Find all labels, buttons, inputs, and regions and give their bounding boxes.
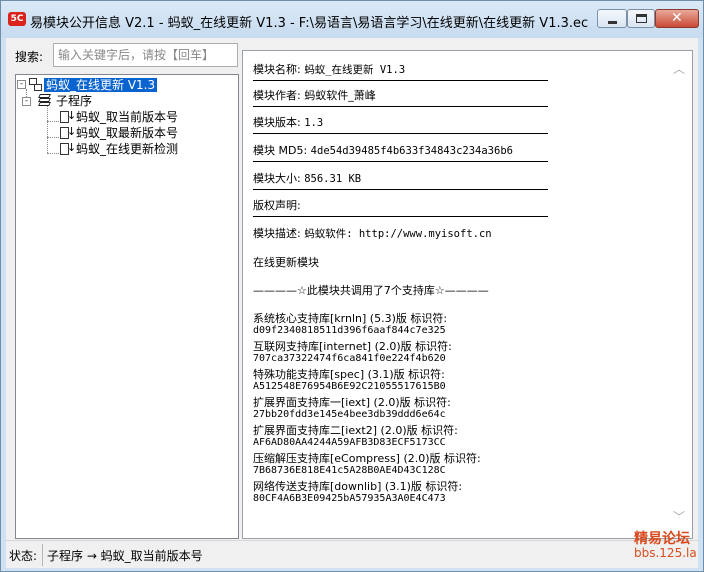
app-window: 5C 易模块公开信息 V2.1 - 蚂蚁_在线更新 V1.3 - F:\易语言\… <box>0 0 704 572</box>
status-bar: 状态: 子程序 → 蚂蚁_取当前版本号 <box>6 540 698 568</box>
info-name-label: 模块名称: <box>253 63 301 76</box>
module-icon <box>28 77 42 91</box>
scroll-up-icon[interactable]: ︿ <box>671 61 687 77</box>
libraries-heading: ————☆此模块共调用了7个支持库☆———— <box>253 284 489 297</box>
info-desc-label: 模块描述: <box>253 227 301 240</box>
divider <box>253 106 548 107</box>
title-bar[interactable]: 5C 易模块公开信息 V2.1 - 蚂蚁_在线更新 V1.3 - F:\易语言\… <box>1 1 703 38</box>
info-author: 模块作者: 蚂蚁软件_萧峰 <box>253 87 376 103</box>
info-desc-value: 蚂蚁软件: http://www.myisoft.cn <box>304 228 492 240</box>
tree-node-subroutines-label: 子程序 <box>56 94 93 108</box>
status-text: 子程序 → 蚂蚁_取当前版本号 <box>47 549 203 563</box>
maximize-button[interactable] <box>627 9 655 28</box>
function-icon <box>59 140 76 156</box>
tree-connector <box>47 121 59 122</box>
client-area: 搜索: - 蚂蚁_在线更新 V1.3 - 子程序 蚂蚁_取当前版本号 <box>6 38 698 568</box>
library-id: d09f2340818511d396f6aaf844c7e325 <box>253 325 446 336</box>
close-button[interactable]: ✕ <box>655 9 699 28</box>
info-md5-value: 4de54d39485f4b633f34843c234a36b6 <box>310 145 513 157</box>
status-label: 状态: <box>9 549 38 563</box>
tree-node-root[interactable]: 蚂蚁_在线更新 V1.3 <box>28 77 158 93</box>
info-md5: 模块 MD5: 4de54d39485f4b633f34843c234a36b6 <box>253 142 513 158</box>
collapse-toggle-group[interactable]: - <box>22 97 31 106</box>
info-copyright: 版权声明: <box>253 197 301 213</box>
info-version: 模块版本: 1.3 <box>253 114 323 130</box>
library-name: 压缩解压支持库[eCompress] (2.0)版 标识符: <box>253 452 481 465</box>
library-name: 扩展界面支持库一[iext] (2.0)版 标识符: <box>253 396 451 409</box>
app-icon: 5C <box>8 12 26 26</box>
library-id: 707ca37322474f6ca841f0e224f4b620 <box>253 353 446 364</box>
collapse-toggle-root[interactable]: - <box>17 80 26 89</box>
minimize-button[interactable] <box>597 9 627 28</box>
tree-item[interactable]: 蚂蚁_取最新版本号 <box>59 124 179 141</box>
library-name: 特殊功能支持库[spec] (3.1)版 标识符: <box>253 368 445 381</box>
divider <box>253 216 548 217</box>
minimize-icon <box>608 21 617 24</box>
maximize-icon <box>636 14 647 23</box>
tree-connector <box>47 105 48 153</box>
library-name: 系统核心支持库[krnln] (5.3)版 标识符: <box>253 312 448 325</box>
info-md5-label: 模块 MD5: <box>253 144 308 157</box>
info-size: 模块大小: 856.31 KB <box>253 170 361 186</box>
library-id: 7B68736E818E41c5A28B0AE4D43C128C <box>253 465 446 476</box>
function-icon <box>59 124 76 140</box>
info-version-value: 1.3 <box>304 117 324 129</box>
tree-item-label: 蚂蚁_在线更新检测 <box>76 142 179 156</box>
library-name: 互联网支持库[internet] (2.0)版 标识符: <box>253 340 452 353</box>
library-id: 27bb20fdd3e145e4bee3db39ddd6e64c <box>253 409 446 420</box>
tree-connector <box>47 153 59 154</box>
tree-item-label: 蚂蚁_取当前版本号 <box>76 110 179 124</box>
module-tree[interactable]: - 蚂蚁_在线更新 V1.3 - 子程序 蚂蚁_取当前版本号 蚂蚁_取最新版本号… <box>15 74 239 539</box>
info-desc-extra: 在线更新模块 <box>253 256 319 269</box>
tree-item-label: 蚂蚁_取最新版本号 <box>76 126 179 140</box>
library-name: 扩展界面支持库二[iext2] (2.0)版 标识符: <box>253 424 458 437</box>
function-icon <box>59 108 76 124</box>
watermark-url: bbs.125.la <box>634 546 697 560</box>
divider <box>253 80 548 81</box>
scroll-down-icon[interactable]: ﹀ <box>671 509 687 525</box>
info-name: 模块名称: 蚂蚁_在线更新 V1.3 <box>253 61 405 77</box>
library-id: AF6AD80AA4244A59AFB3D83ECF5173CC <box>253 437 446 448</box>
module-info-panel[interactable]: ︿ 模块名称: 蚂蚁_在线更新 V1.3 模块作者: 蚂蚁软件_萧峰 模块版本:… <box>242 50 693 539</box>
library-id: A512548E76954B6E92C21055517615B0 <box>253 381 446 392</box>
info-copyright-label: 版权声明: <box>253 199 301 212</box>
info-author-label: 模块作者: <box>253 89 301 102</box>
info-size-label: 模块大小: <box>253 172 301 185</box>
divider <box>253 161 548 162</box>
search-label: 搜索: <box>15 50 44 64</box>
tree-item[interactable]: 蚂蚁_取当前版本号 <box>59 108 179 125</box>
info-name-value: 蚂蚁_在线更新 V1.3 <box>304 64 406 76</box>
watermark-title: 精易论坛 <box>634 531 690 547</box>
window-title: 易模块公开信息 V2.1 - 蚂蚁_在线更新 V1.3 - F:\易语言\易语言… <box>30 16 589 31</box>
library-name: 网络传送支持库[downlib] (3.1)版 标识符: <box>253 480 463 493</box>
info-author-value: 蚂蚁软件_萧峰 <box>304 89 376 102</box>
info-description: 模块描述: 蚂蚁软件: http://www.myisoft.cn <box>253 225 492 241</box>
tree-node-subroutines[interactable]: 子程序 <box>37 93 92 109</box>
tree-connector <box>47 137 59 138</box>
tree-node-root-label: 蚂蚁_在线更新 V1.3 <box>44 78 158 92</box>
divider <box>253 189 548 190</box>
library-id: 80CF4A6B3E09425bA57935A3A0E4C473 <box>253 493 446 504</box>
search-input[interactable] <box>53 43 238 67</box>
stack-icon <box>37 93 53 107</box>
info-size-value: 856.31 KB <box>304 173 362 185</box>
tree-item[interactable]: 蚂蚁_在线更新检测 <box>59 140 179 157</box>
close-icon: ✕ <box>671 10 683 26</box>
divider <box>253 133 548 134</box>
status-divider <box>42 544 43 566</box>
info-version-label: 模块版本: <box>253 116 301 129</box>
